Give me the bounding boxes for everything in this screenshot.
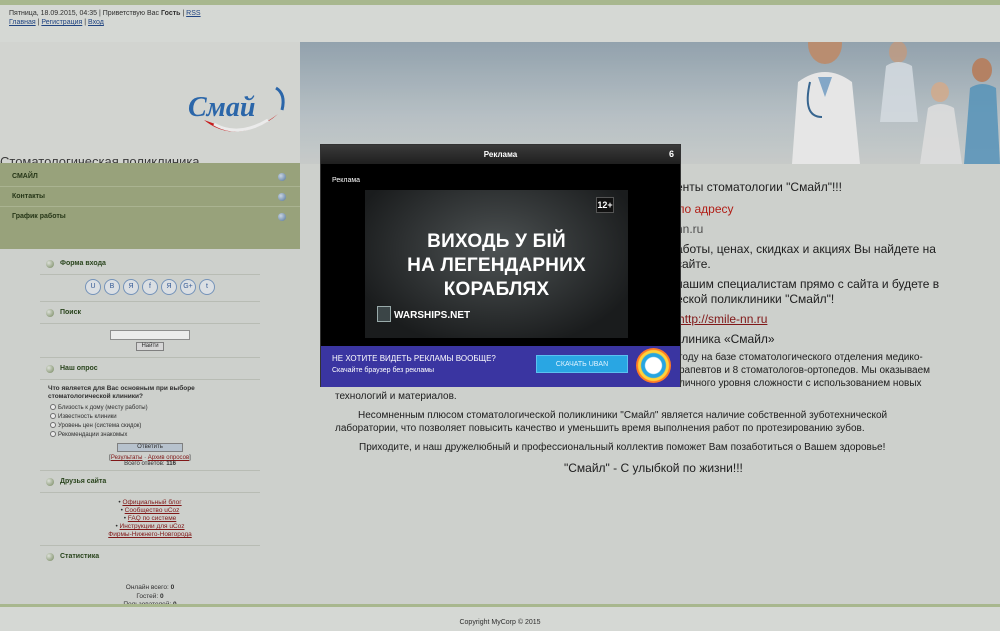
promo-sub: Скачайте браузер без рекламы: [332, 367, 435, 374]
download-browser-button[interactable]: СКАЧАТЬ UBAN: [536, 355, 628, 373]
ad-popup: Реклама 6 Реклама 12+ ВИХОДЬ У БІЙ НА ЛЕ…: [320, 144, 681, 387]
promo-question: НЕ ХОТИТЕ ВИДЕТЬ РЕКЛАМЫ ВООБЩЕ?: [332, 354, 496, 363]
ad-label: Реклама: [332, 177, 361, 184]
ad-video[interactable]: 12+ ВИХОДЬ У БІЙ НА ЛЕГЕНДАРНИХ КОРАБЛЯХ…: [365, 190, 628, 338]
ad-promo-bar: НЕ ХОТИТЕ ВИДЕТЬ РЕКЛАМЫ ВООБЩЕ? Скачайт…: [321, 346, 680, 387]
ad-title: Реклама: [483, 150, 518, 159]
ad-brand: WARSHIPS.NET: [377, 306, 470, 322]
ad-headline: ВИХОДЬ У БІЙ НА ЛЕГЕНДАРНИХ КОРАБЛЯХ: [407, 231, 586, 300]
anchor-icon: [377, 306, 391, 322]
browser-logo-icon: [636, 348, 671, 383]
ad-header: Реклама 6: [321, 145, 680, 164]
age-rating: 12+: [596, 197, 614, 213]
ad-countdown: 6: [668, 149, 674, 159]
